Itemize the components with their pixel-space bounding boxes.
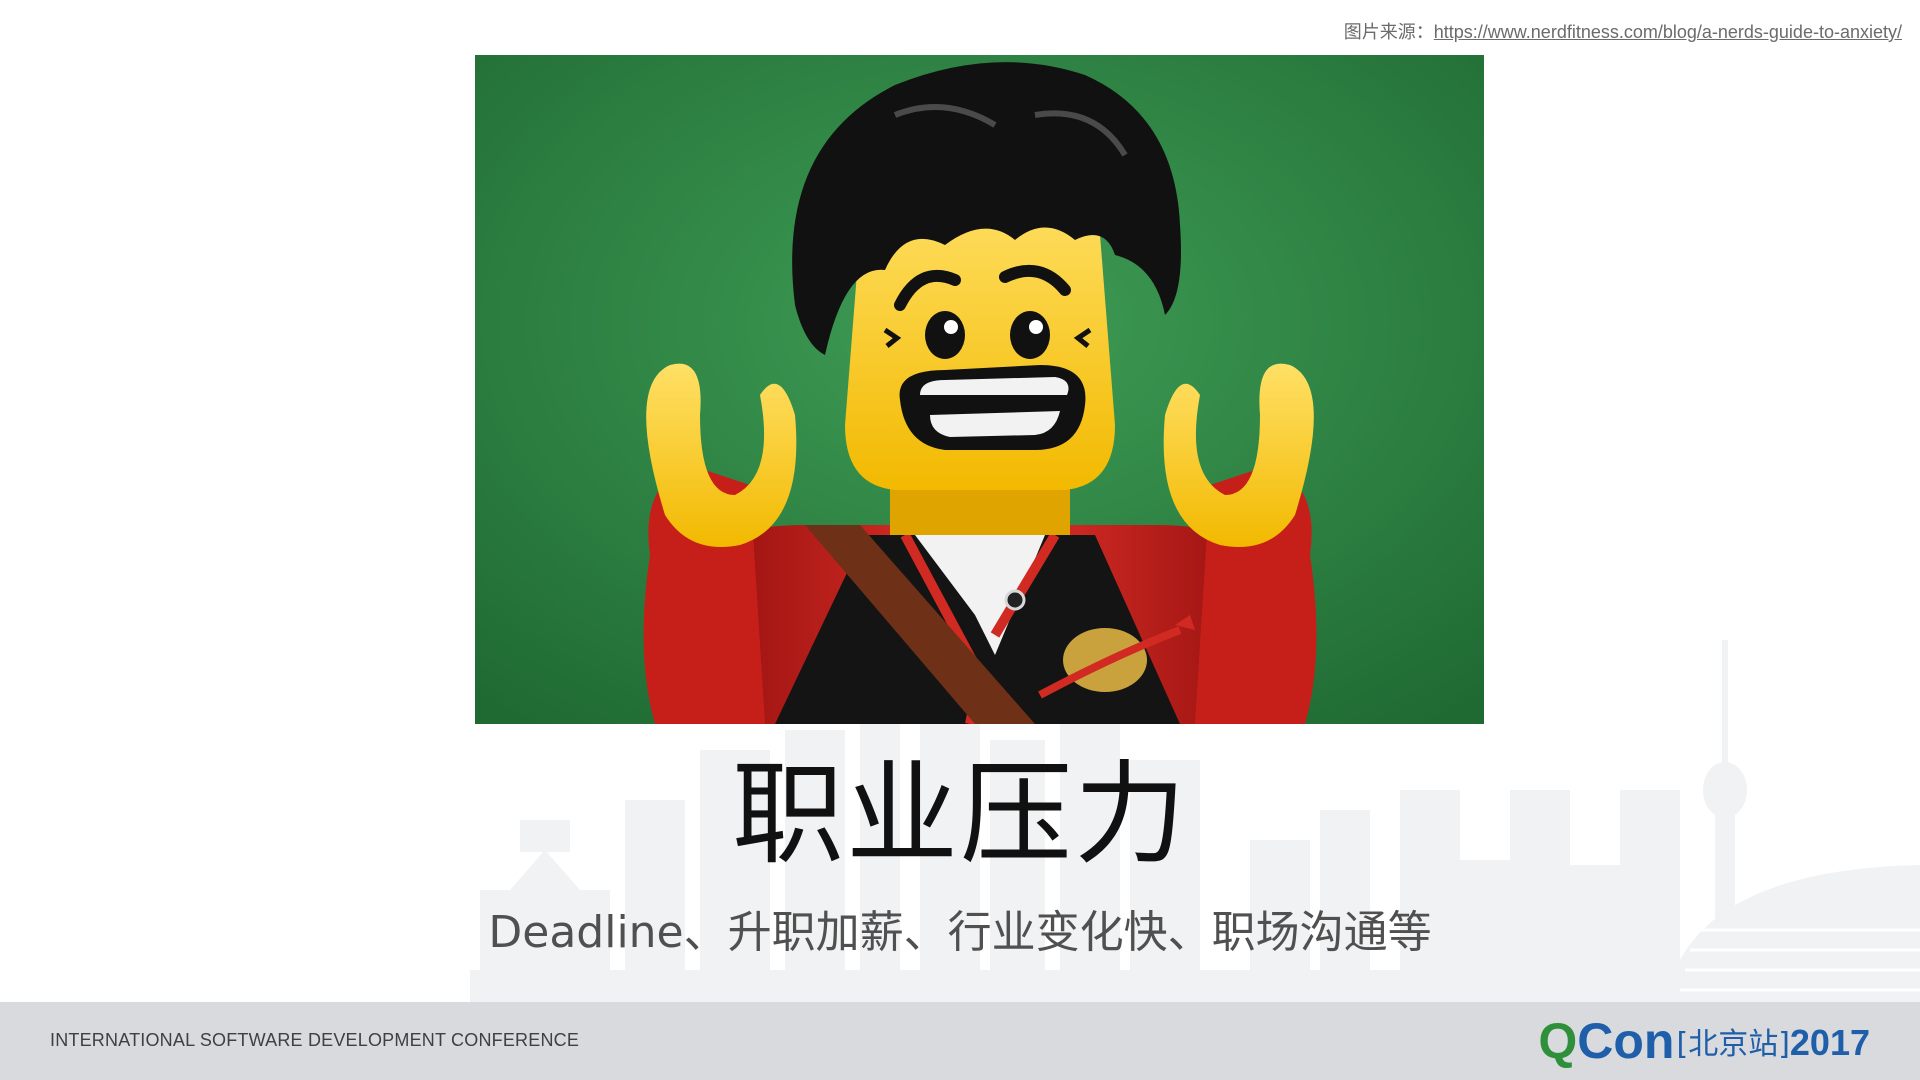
logo-city: [北京站] [1676, 1027, 1790, 1062]
slide-title: 职业压力 [732, 750, 1188, 880]
logo-q: Q [1538, 1013, 1578, 1069]
logo-con: Con [1577, 1013, 1675, 1069]
source-link[interactable]: https://www.nerdfitness.com/blog/a-nerds… [1434, 22, 1902, 42]
conference-name: INTERNATIONAL SOFTWARE DEVELOPMENT CONFE… [50, 1030, 580, 1050]
source-label: 图片来源： [1343, 22, 1434, 42]
lego-minifigure-worried-icon [475, 55, 1484, 724]
footer-bar: INTERNATIONAL SOFTWARE DEVELOPMENT CONFE… [0, 1002, 1920, 1080]
logo-year: 2017 [1789, 1022, 1870, 1063]
image-source-credit: 图片来源：https://www.nerdfitness.com/blog/a-… [1344, 18, 1902, 44]
qcon-logo: Q Con [北京站] 2017 [1538, 1012, 1870, 1070]
slide-subtitle: Deadline、升职加薪、行业变化快、职场沟通等 [488, 907, 1432, 958]
slide: 图片来源：https://www.nerdfitness.com/blog/a-… [0, 0, 1920, 1080]
